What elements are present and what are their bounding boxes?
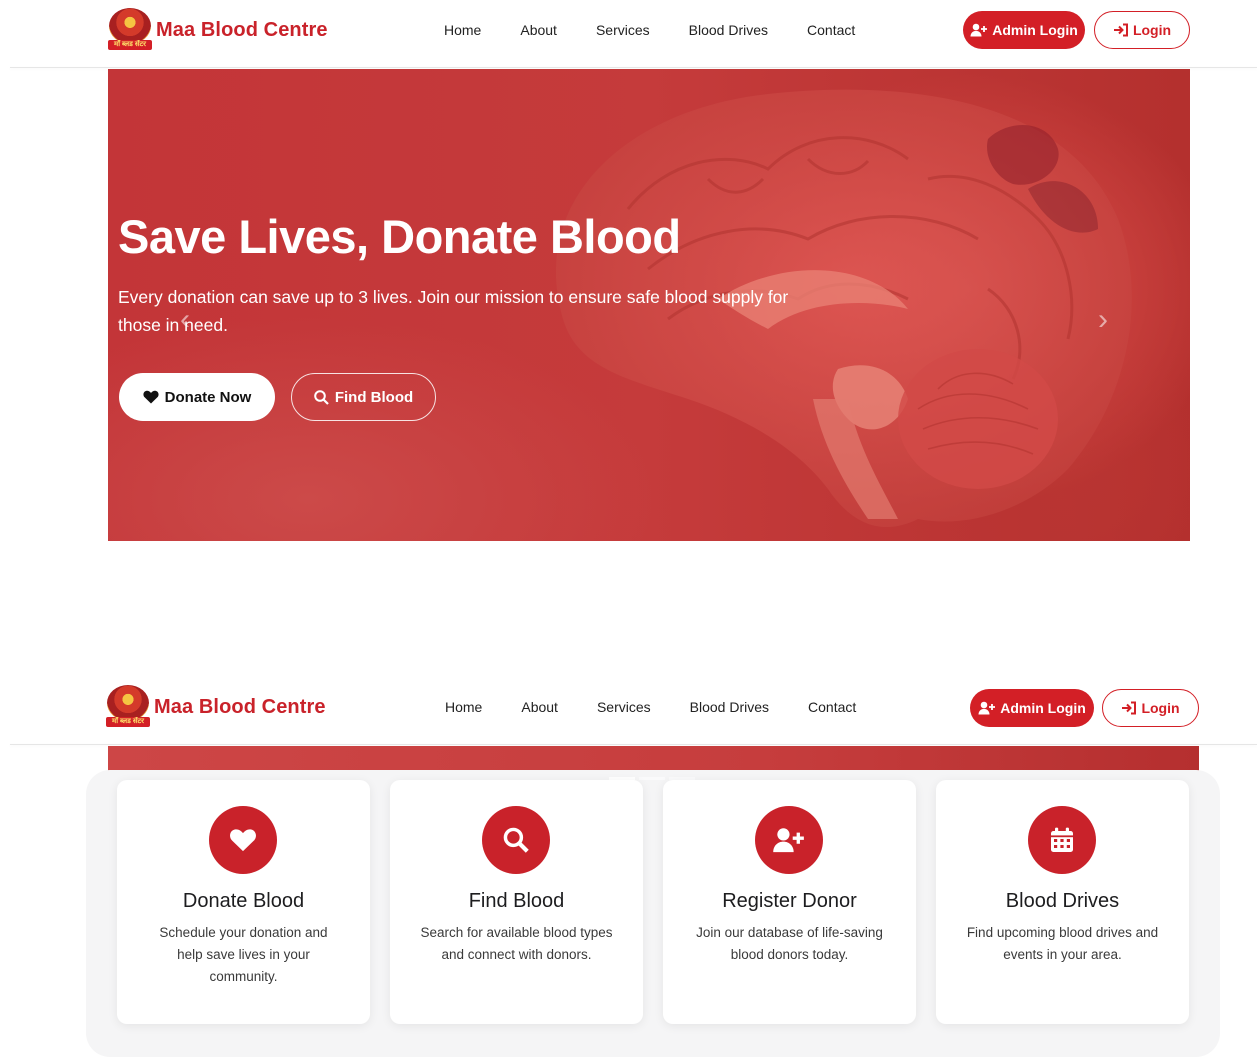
feature-text: Join our database of life-saving blood d… xyxy=(696,925,883,962)
sticky-navbar: माँ ब्लड सेंटर Maa Blood Centre Home Abo… xyxy=(0,677,1257,745)
logo-icon: माँ ब्लड सेंटर xyxy=(108,8,152,52)
search-icon xyxy=(503,827,529,853)
admin-login-button[interactable]: Admin Login xyxy=(970,689,1094,727)
heart-icon xyxy=(230,829,256,852)
donate-now-button[interactable]: Donate Now xyxy=(119,373,275,421)
nav-links: Home About Services Blood Drives Contact xyxy=(445,677,895,737)
feature-icon-circle xyxy=(755,806,823,874)
navbar-divider xyxy=(10,744,1257,745)
hero-title: Save Lives, Donate Blood xyxy=(118,210,681,263)
hero-text: Every donation can save up to 3 lives. J… xyxy=(118,287,789,335)
hero-carousel: Save Lives, Donate Blood Every donation … xyxy=(108,69,1190,541)
top-navbar: माँ ब्लड सेंटर Maa Blood Centre Home Abo… xyxy=(0,0,1257,68)
feature-icon-circle xyxy=(1028,806,1096,874)
feature-card-donate[interactable]: Donate Blood Schedule your donation and … xyxy=(117,780,370,1024)
feature-icon-circle xyxy=(209,806,277,874)
donate-now-label: Donate Now xyxy=(164,388,252,406)
feature-card-drives[interactable]: Blood Drives Find upcoming blood drives … xyxy=(936,780,1189,1024)
brand[interactable]: माँ ब्लड सेंटर Maa Blood Centre xyxy=(106,677,326,737)
nav-blood-drives[interactable]: Blood Drives xyxy=(689,22,768,38)
nav-about[interactable]: About xyxy=(521,699,558,715)
find-blood-label: Find Blood xyxy=(334,388,414,406)
login-button[interactable]: Login xyxy=(1102,689,1199,727)
feature-title: Register Donor xyxy=(722,890,857,912)
calendar-icon xyxy=(1051,827,1073,852)
login-label: Login xyxy=(1132,22,1172,38)
feature-text: Find upcoming blood drives and events in… xyxy=(966,925,1159,962)
login-button[interactable]: Login xyxy=(1094,11,1190,49)
nav-blood-drives[interactable]: Blood Drives xyxy=(690,699,769,715)
user-plus-icon xyxy=(970,23,988,37)
nav-services[interactable]: Services xyxy=(596,22,650,38)
find-blood-button[interactable]: Find Blood xyxy=(291,373,436,421)
user-plus-icon xyxy=(773,828,804,853)
nav-home[interactable]: Home xyxy=(445,699,482,715)
sign-in-icon xyxy=(1122,701,1137,715)
feature-title: Find Blood xyxy=(468,890,565,912)
nav-home[interactable]: Home xyxy=(444,22,481,38)
logo-icon: माँ ब्लड सेंटर xyxy=(106,685,150,729)
search-icon xyxy=(314,389,329,405)
sign-in-icon xyxy=(1113,23,1128,37)
feature-text: Search for available blood types and con… xyxy=(420,925,613,962)
nav-contact[interactable]: Contact xyxy=(808,699,856,715)
admin-login-label: Admin Login xyxy=(992,22,1078,38)
nav-about[interactable]: About xyxy=(520,22,557,38)
brand-name: Maa Blood Centre xyxy=(154,695,326,718)
feature-title: Blood Drives xyxy=(1005,890,1120,912)
login-label: Login xyxy=(1141,700,1180,716)
carousel-prev-icon[interactable]: ‹ xyxy=(180,305,190,335)
admin-login-label: Admin Login xyxy=(1000,700,1086,716)
heart-icon xyxy=(143,390,159,404)
nav-contact[interactable]: Contact xyxy=(807,22,855,38)
admin-login-button[interactable]: Admin Login xyxy=(963,11,1085,49)
feature-card-register[interactable]: Register Donor Join our database of life… xyxy=(663,780,916,1024)
feature-icon-circle xyxy=(482,806,550,874)
user-plus-icon xyxy=(978,701,996,715)
carousel-next-icon[interactable]: › xyxy=(1098,305,1108,335)
brand-name: Maa Blood Centre xyxy=(156,18,328,41)
nav-links: Home About Services Blood Drives Contact xyxy=(444,0,894,60)
brand[interactable]: माँ ब्लड सेंटर Maa Blood Centre xyxy=(108,0,328,60)
nav-services[interactable]: Services xyxy=(597,699,651,715)
feature-text: Schedule your donation and help save liv… xyxy=(159,925,328,984)
navbar-divider xyxy=(10,67,1257,68)
feature-title: Donate Blood xyxy=(182,890,305,912)
carousel-indicator-2[interactable] xyxy=(639,777,665,780)
feature-card-find[interactable]: Find Blood Search for available blood ty… xyxy=(390,780,643,1024)
